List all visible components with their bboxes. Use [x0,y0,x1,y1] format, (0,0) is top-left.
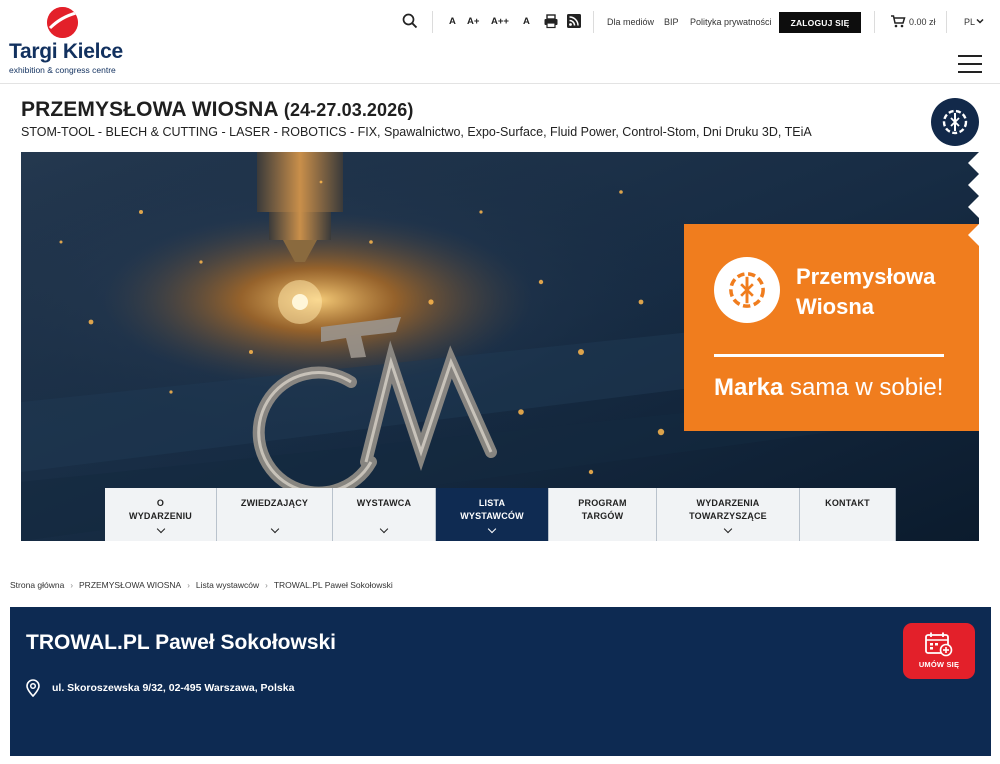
nav-item-program-targow[interactable]: PROGRAM TARGÓW [549,488,657,541]
nav-item-zwiedzajacy[interactable]: ZWIEDZAJĄCY [217,488,333,541]
chevron-down-icon [156,524,165,534]
breadcrumb-home-link[interactable]: Strona główna [10,580,64,590]
font-size-normal-button[interactable]: A [449,15,456,29]
nav-item-wydarzenia-towarzyszace[interactable]: WYDARZENIA TOWARZYSZĄCE [657,488,800,541]
chevron-down-icon[interactable] [976,17,984,25]
nav-item-label: TARGÓW [581,511,624,521]
nav-item-label: WYDARZENIU [129,511,192,521]
nav-item-label: KONTAKT [825,498,870,508]
logo-tagline: exhibition & congress centre [9,65,116,75]
promo-name-line2: Wiosna [796,294,875,319]
event-dates: (24-27.03.2026) [283,100,414,120]
nav-item-label: WYSTAWCÓW [460,511,524,521]
font-size-large-button[interactable]: A+ [467,15,479,29]
promo-name-line1: Przemysłowa [796,264,936,289]
breadcrumb-separator: › [70,580,74,590]
nav-item-o-wydarzeniu[interactable]: O WYDARZENIU [105,488,217,541]
exhibitor-address: ul. Skoroszewska 9/32, 02-495 Warszawa, … [52,682,295,694]
cart-total[interactable]: 0.00 zł [909,15,936,29]
login-button[interactable]: ZALOGUJ SIĘ [779,12,861,33]
event-badge-icon[interactable] [931,98,979,146]
location-pin-icon [26,679,40,697]
edge-notch [968,196,979,218]
cart-icon[interactable] [890,13,906,29]
edge-notch [968,224,979,246]
bip-link[interactable]: BIP [664,15,679,29]
divider [946,11,947,33]
nav-item-kontakt[interactable]: KONTAKT [800,488,896,541]
exhibitor-name: TROWAL.PL Paweł Sokołowski [26,631,337,654]
hero-banner: Przemysłowa Wiosna Marka sama w sobie! O… [21,152,979,541]
chevron-down-icon [487,524,497,534]
breadcrumb-exhibitors-link[interactable]: Lista wystawców [196,580,259,590]
promo-divider [714,354,944,357]
nav-item-lista-wystawcow[interactable]: LISTA WYSTAWCÓW [436,488,549,541]
nav-item-wystawca[interactable]: WYSTAWCA [333,488,436,541]
book-meeting-label: UMÓW SIĘ [918,660,960,669]
site-header: Targi Kielce exhibition & congress centr… [0,0,1000,84]
divider [874,11,875,33]
divider [593,11,594,33]
przemyslowa-wiosna-logo-icon [714,257,780,323]
event-nav-menu: O WYDARZENIU ZWIEDZAJĄCY WYSTAWCA LISTA … [105,488,896,541]
chevron-down-icon [270,524,279,534]
event-title: PRZEMYSŁOWA WIOSNA (24-27.03.2026) [21,98,413,122]
book-meeting-button[interactable]: UMÓW SIĘ [903,623,975,679]
nav-item-label: TOWARZYSZĄCE [689,511,767,521]
chevron-down-icon [723,524,733,534]
chevron-down-icon [379,524,389,534]
print-icon[interactable] [543,13,559,29]
font-size-xlarge-button[interactable]: A++ [491,15,509,29]
breadcrumb-separator: › [265,580,268,590]
nav-item-label: O [156,498,165,508]
language-selector[interactable]: PL [964,15,975,29]
privacy-policy-link[interactable]: Polityka prywatności [690,15,772,29]
breadcrumb-event-link[interactable]: PRZEMYSŁOWA WIOSNA [79,580,181,590]
top-utility-bar: A A+ A++ A Dla mediów BIP Polityka prywa… [0,0,1000,44]
promo-tagline-bold: Marka [714,374,784,401]
promo-brand-name: Przemysłowa Wiosna [796,262,935,322]
breadcrumb-current: TROWAL.PL Paweł Sokołowski [273,580,393,590]
breadcrumb: Strona główna › PRZEMYSŁOWA WIOSNA › Lis… [10,580,393,590]
event-subtitle: STOM-TOOL - BLECH & CUTTING - LASER - RO… [21,125,812,139]
high-contrast-button[interactable]: A [523,15,530,29]
nav-item-label: PROGRAM [578,498,627,508]
promo-tagline-rest: sama w sobie! [783,374,944,401]
promo-box[interactable]: Przemysłowa Wiosna Marka sama w sobie! [684,224,979,431]
nav-item-label: WYSTAWCA [356,498,412,508]
edge-notch [968,152,979,174]
rss-icon[interactable] [566,13,582,29]
nav-item-label: ZWIEDZAJĄCY [240,498,309,508]
media-link[interactable]: Dla mediów [607,15,654,29]
nav-item-label: LISTA [478,498,506,508]
search-icon[interactable] [402,13,418,29]
promo-tagline: Marka sama w sobie! [714,374,943,402]
divider [432,11,433,33]
menu-icon[interactable] [958,55,982,73]
breadcrumb-separator: › [187,580,190,590]
exhibitor-panel: TROWAL.PL Paweł Sokołowski ul. Skoroszew… [10,607,991,756]
event-name: PRZEMYSŁOWA WIOSNA [21,98,278,121]
nav-item-label: WYDARZENIA [696,498,760,508]
calendar-add-icon [925,632,953,657]
edge-notch [968,174,979,196]
